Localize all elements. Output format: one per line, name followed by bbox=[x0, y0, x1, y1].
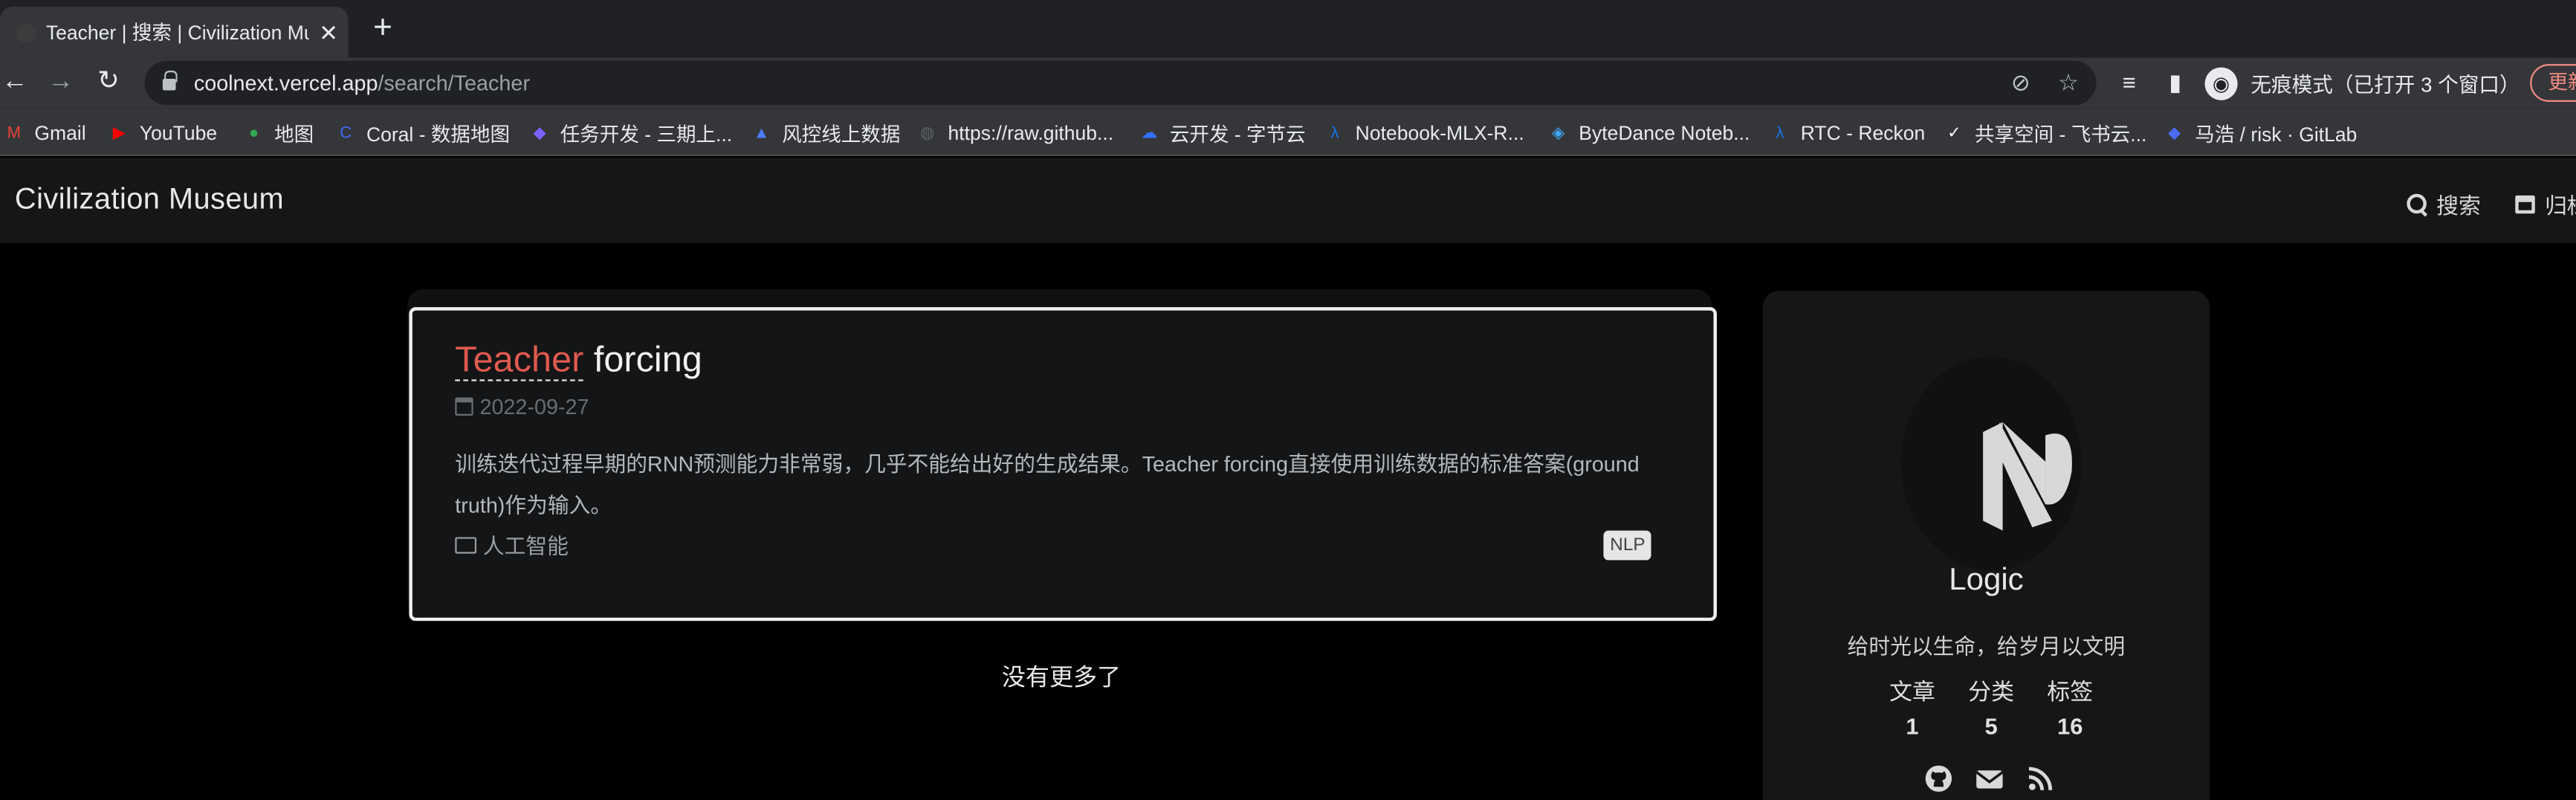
post-tag[interactable]: NLP bbox=[1603, 530, 1652, 561]
tab-title: Teacher | 搜索 | Civilization Museum bbox=[45, 21, 309, 45]
gitlab-icon: ◆ bbox=[2168, 123, 2181, 143]
bookmark-item[interactable]: M Gmail bbox=[3, 118, 86, 148]
bookmark-item[interactable]: λ Notebook-MLX-R... bbox=[1324, 118, 1524, 148]
browser-tab-active[interactable]: Teacher | 搜索 | Civilization Museum ✕ bbox=[0, 6, 349, 58]
rss-icon[interactable] bbox=[2026, 764, 2056, 793]
nav-archive-label: 归档 bbox=[2545, 193, 2576, 219]
forward-arrow-icon[interactable]: → bbox=[46, 65, 76, 98]
globe-icon: ◍ bbox=[920, 123, 935, 143]
bookmark-item[interactable]: ● 地图 bbox=[243, 118, 314, 148]
nav-archive-link[interactable]: 归档 bbox=[2515, 187, 2576, 220]
back-arrow-icon[interactable]: ← bbox=[0, 65, 30, 98]
lock-icon[interactable] bbox=[161, 69, 178, 91]
maps-icon: ● bbox=[248, 123, 259, 143]
lambda-icon: λ bbox=[1330, 123, 1339, 143]
tab-close-icon[interactable]: ✕ bbox=[315, 19, 341, 45]
star-icon[interactable]: ☆ bbox=[2055, 69, 2081, 97]
bookmark-label: 共享空间 - 飞书云... bbox=[1975, 122, 2147, 146]
mail-icon[interactable] bbox=[1975, 764, 2004, 793]
bookmark-label: 马浩 / risk · GitLab bbox=[2195, 122, 2357, 146]
post-date-text: 2022-09-27 bbox=[479, 394, 589, 419]
bookmark-label: YouTube bbox=[139, 121, 218, 145]
lambda-icon: λ bbox=[1776, 123, 1784, 143]
author-name: Logic bbox=[1949, 563, 2024, 599]
coral-icon: C bbox=[340, 123, 352, 143]
new-tab-button[interactable]: + bbox=[368, 10, 398, 48]
stat-posts[interactable]: 文章 1 bbox=[1883, 675, 1942, 739]
search-icon bbox=[2407, 193, 2427, 214]
social-links bbox=[1923, 764, 2055, 793]
bookmark-label: Gmail bbox=[34, 121, 86, 145]
bookmark-label: ByteDance Noteb... bbox=[1579, 121, 1750, 145]
site-header: Civilization Museum 搜索 归档 bbox=[0, 158, 2576, 243]
bookmark-label: Coral - 数据地图 bbox=[366, 122, 511, 146]
post-title[interactable]: Teacher forcing bbox=[455, 338, 702, 381]
bookmark-label: 风控线上数据 bbox=[782, 122, 901, 146]
no-more-text: 没有更多了 bbox=[1001, 665, 1122, 692]
feishu-icon: ✓ bbox=[1947, 123, 1961, 143]
youtube-icon: ▶ bbox=[112, 123, 126, 143]
bookmark-item[interactable]: ☁ 云开发 - 字节云 bbox=[1139, 118, 1306, 148]
layers-icon: ◈ bbox=[1552, 123, 1565, 143]
url-text[interactable]: coolnext.vercel.app/search/Teacher bbox=[194, 71, 530, 95]
post-category-label: 人工智能 bbox=[482, 534, 569, 559]
bookmark-item[interactable]: ◍ https://raw.github... bbox=[916, 118, 1113, 148]
archive-icon bbox=[2515, 194, 2535, 213]
bookmark-item[interactable]: λ RTC - Reckon bbox=[1770, 118, 1926, 148]
bookmark-label: RTC - Reckon bbox=[1800, 121, 1926, 145]
bookmark-label: 任务开发 - 三期上... bbox=[560, 122, 733, 146]
bookmark-item[interactable]: ◆ 马浩 / risk · GitLab bbox=[2164, 118, 2357, 148]
side-panel-icon[interactable]: ▮ bbox=[2162, 69, 2188, 97]
cloud-icon: ☁ bbox=[1141, 123, 1158, 143]
risk-icon: ▲ bbox=[753, 123, 770, 143]
gmail-icon: M bbox=[7, 123, 22, 143]
folder-icon bbox=[455, 536, 477, 553]
task-icon: ◆ bbox=[533, 123, 546, 143]
bookmark-label: 云开发 - 字节云 bbox=[1169, 122, 1306, 146]
bookmark-label: Notebook-MLX-R... bbox=[1355, 121, 1524, 145]
bookmark-item[interactable]: C Coral - 数据地图 bbox=[335, 118, 510, 148]
bookmark-label: https://raw.github... bbox=[948, 121, 1114, 145]
post-card[interactable]: Teacher forcing 2022-09-27 训练迭代过程早期的RNN预… bbox=[409, 307, 1717, 622]
browser-tab-strip: Teacher | 搜索 | Civilization Museum ✕ + bbox=[0, 0, 2576, 58]
browser-toolbar: ← → ↻ coolnext.vercel.app/search/Teacher… bbox=[0, 57, 2576, 109]
bookmark-item[interactable]: ▲ 风控线上数据 bbox=[751, 118, 901, 148]
eye-off-icon[interactable]: ⊘ bbox=[2007, 69, 2033, 97]
site-stats: 文章 1 分类 5 标签 16 bbox=[1883, 675, 2100, 739]
bookmark-item[interactable]: ▶ YouTube bbox=[109, 118, 217, 148]
post-date: 2022-09-27 bbox=[455, 394, 589, 419]
site-favicon-icon bbox=[16, 22, 36, 42]
reading-list-icon[interactable]: ≡ bbox=[2116, 69, 2142, 95]
bookmark-item[interactable]: ◈ ByteDance Noteb... bbox=[1547, 118, 1750, 148]
github-icon[interactable] bbox=[1923, 764, 1953, 793]
site-title[interactable]: Civilization Museum bbox=[15, 182, 284, 216]
profile-label: 无痕模式（已打开 3 个窗口） bbox=[2250, 74, 2520, 97]
nav-search-link[interactable]: 搜索 bbox=[2407, 187, 2481, 220]
stat-tags[interactable]: 标签 16 bbox=[2040, 675, 2100, 739]
author-sidebar: Logic 给时光以生命，给岁月以文明 文章 1 分类 5 标签 16 bbox=[1762, 291, 2210, 800]
bookmark-item[interactable]: ◆ 任务开发 - 三期上... bbox=[529, 118, 733, 148]
calendar-icon bbox=[455, 397, 473, 416]
post-category[interactable]: 人工智能 bbox=[455, 529, 569, 560]
bookmark-item[interactable]: ✓ 共享空间 - 飞书云... bbox=[1944, 118, 2146, 148]
bookmark-label: 地图 bbox=[274, 122, 314, 146]
site-logo-icon bbox=[1983, 422, 2072, 531]
post-excerpt: 训练迭代过程早期的RNN预测能力非常弱，几乎不能给出好的生成结果。Teacher… bbox=[455, 451, 1640, 517]
address-bar[interactable]: coolnext.vercel.app/search/Teacher ⊘ ☆ bbox=[144, 60, 2097, 106]
stat-categories[interactable]: 分类 5 bbox=[1961, 675, 2021, 739]
incognito-profile[interactable]: ◉ 无痕模式（已打开 3 个窗口） bbox=[2204, 62, 2520, 103]
bookmarks-bar: M Gmail ▶ YouTube ● 地图 C Coral - 数据地图 ◆ 任务开发 - 三期… bbox=[0, 108, 2576, 156]
author-motto: 给时光以生命，给岁月以文明 bbox=[1847, 633, 2126, 659]
search-highlight: Teacher bbox=[455, 338, 584, 381]
update-button[interactable]: 更新 bbox=[2530, 64, 2576, 102]
reload-icon[interactable]: ↻ bbox=[94, 65, 123, 98]
incognito-icon: ◉ bbox=[2204, 66, 2238, 100]
nav-search-label: 搜索 bbox=[2436, 193, 2481, 219]
